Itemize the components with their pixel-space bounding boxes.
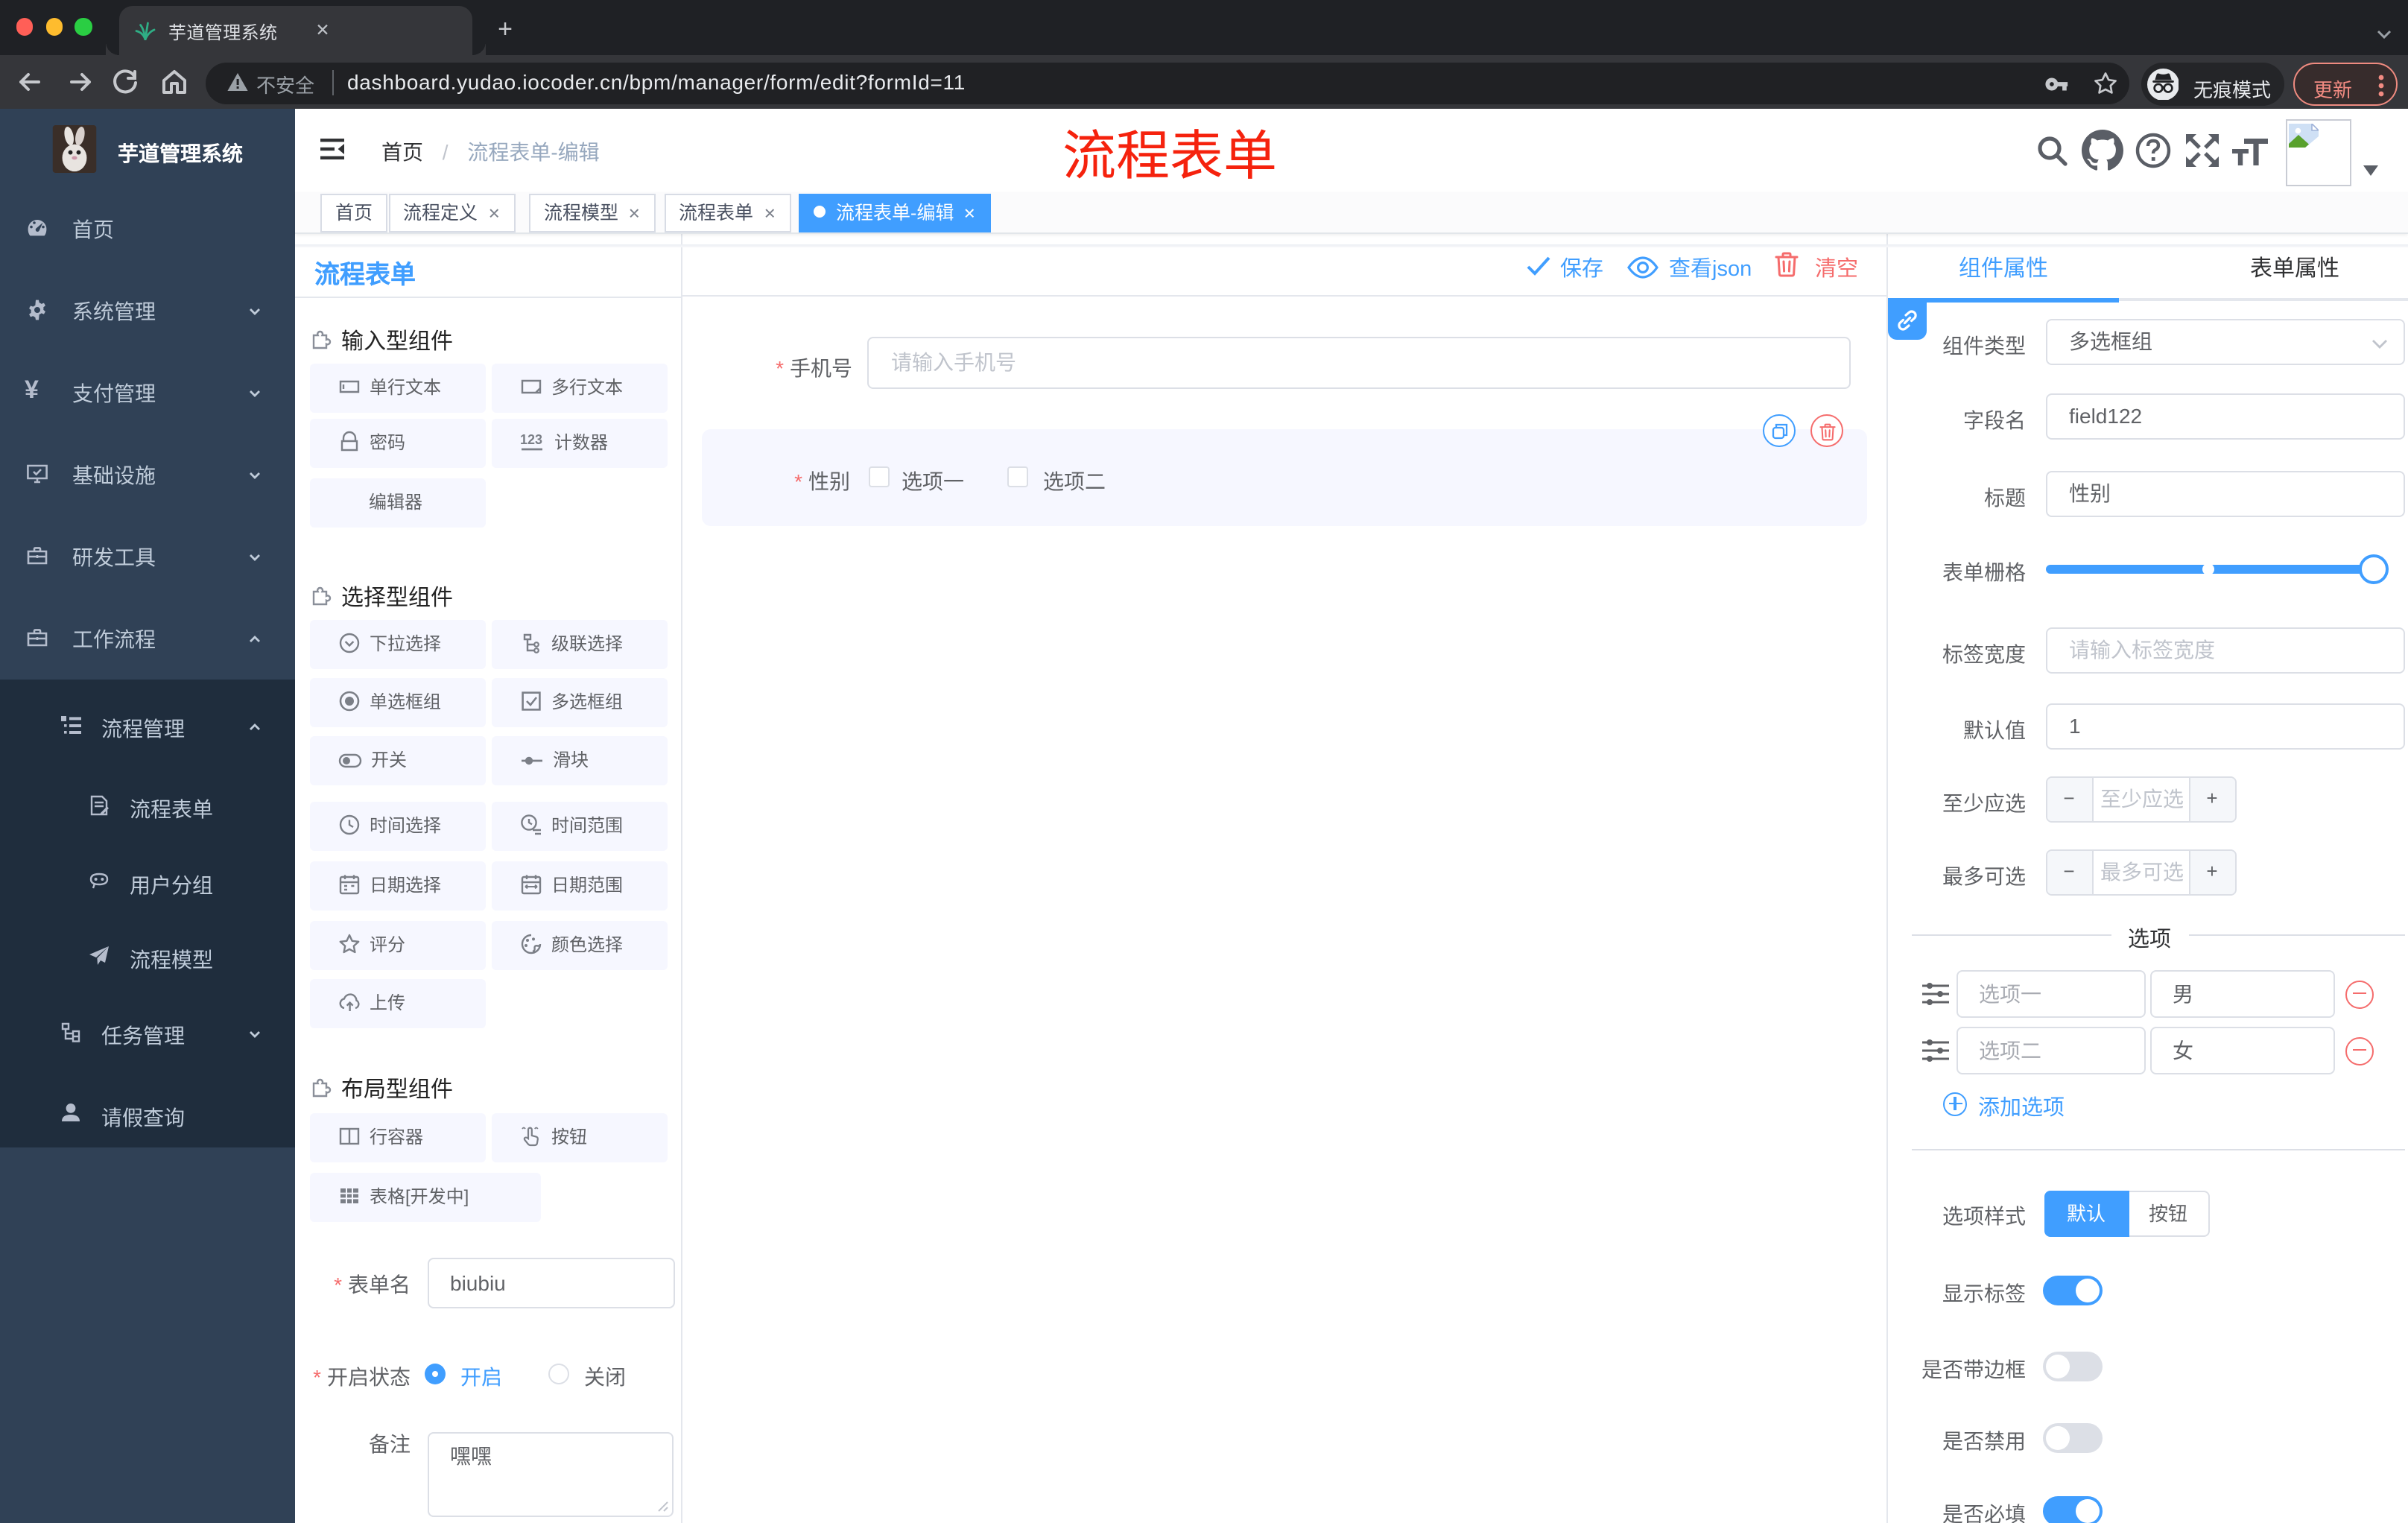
svg-text:123: 123 (520, 432, 542, 447)
